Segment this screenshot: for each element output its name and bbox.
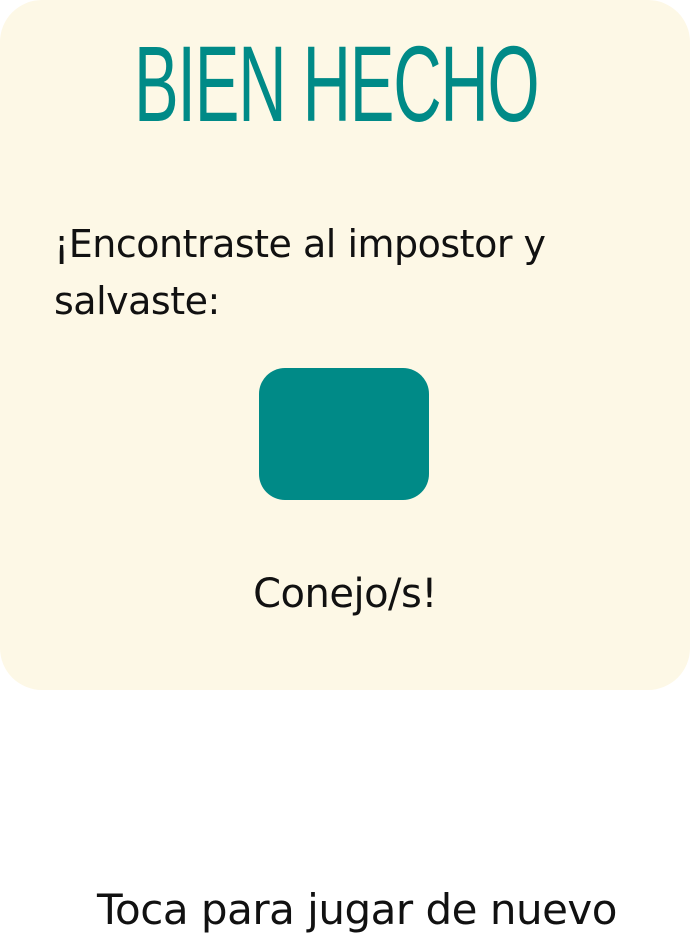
reward-tile <box>259 368 429 500</box>
result-card: BIEN HECHO ¡Encontraste al impostor y sa… <box>0 0 690 690</box>
result-title: BIEN HECHO <box>134 23 540 144</box>
result-message: ¡Encontraste al impostor y salvaste: <box>54 222 546 323</box>
reward-label: Conejo/s! <box>253 571 437 617</box>
play-again-prompt[interactable]: Toca para jugar de nuevo <box>0 884 690 936</box>
